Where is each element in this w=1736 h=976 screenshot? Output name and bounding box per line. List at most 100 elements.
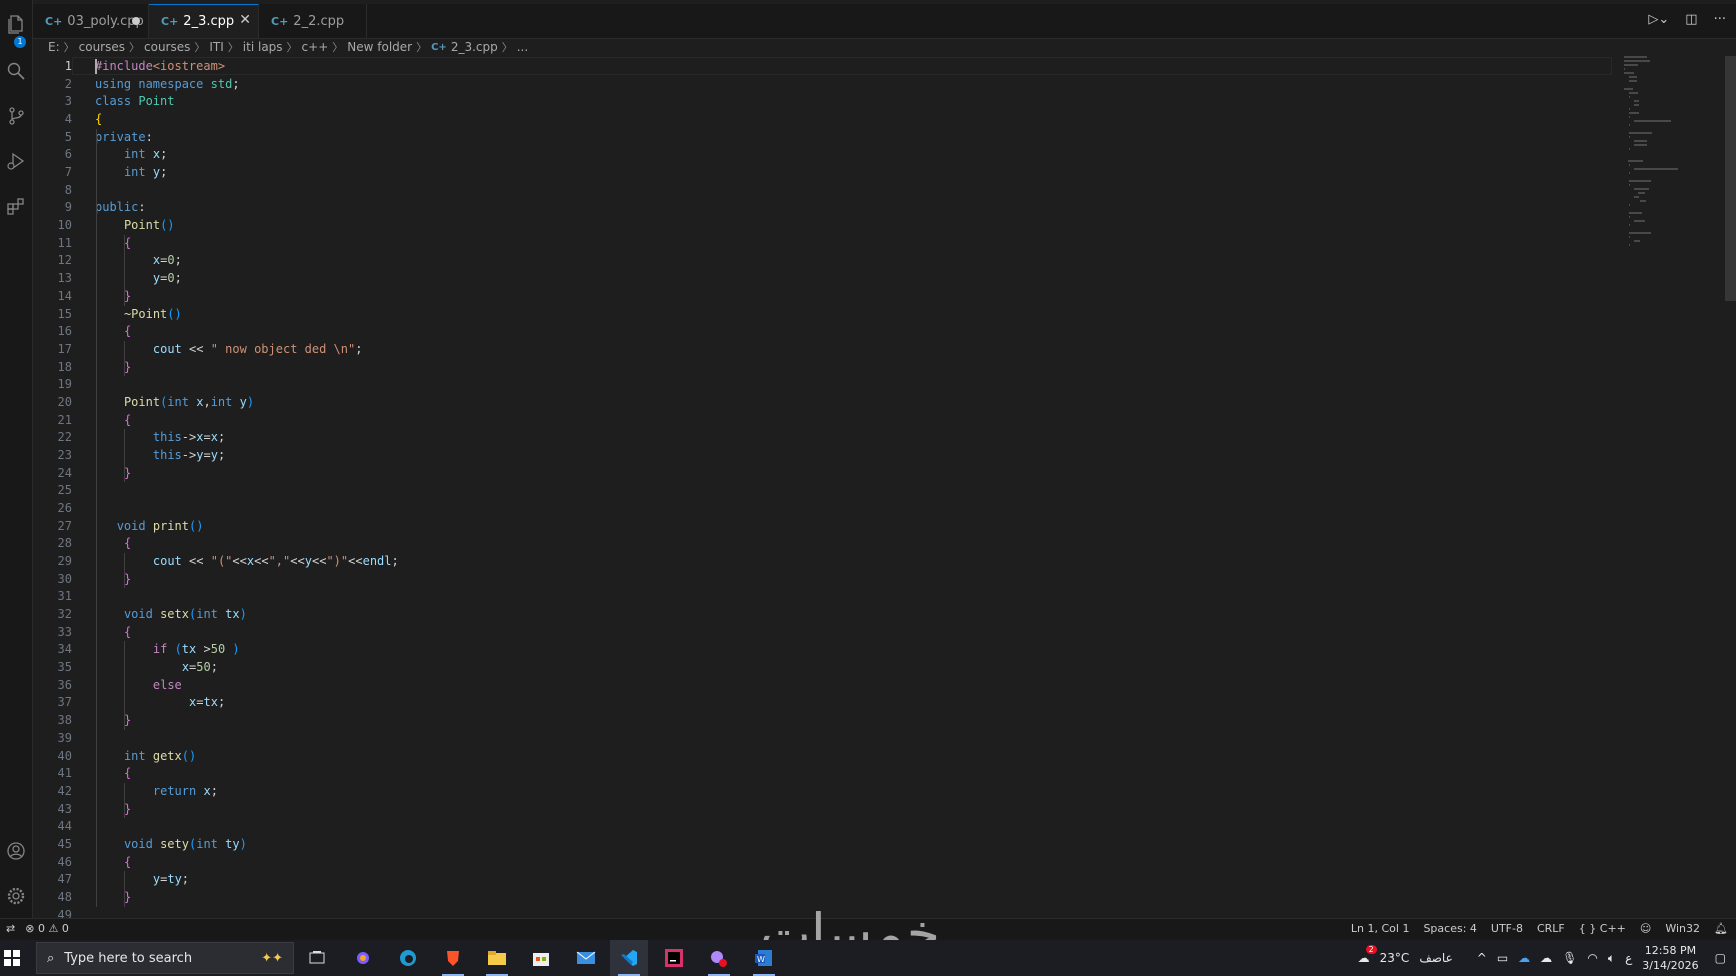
code-line[interactable]: } [95,288,131,306]
code-line[interactable]: else [95,677,182,695]
file-explorer-icon[interactable] [478,940,516,976]
code-line[interactable]: } [95,571,131,589]
store-icon[interactable] [522,940,560,976]
notifications-icon[interactable]: ▢ [1715,951,1726,965]
copilot-icon[interactable]: ☺ [1640,922,1651,935]
remote-icon[interactable]: ⇄ [6,922,15,935]
weather-temp[interactable]: 23°C [1380,951,1410,965]
line-ending[interactable]: CRLF [1537,922,1565,935]
code-line[interactable]: cout << "("<<x<<","<<y<<")"<<endl; [95,553,399,571]
edge-browser-icon[interactable] [389,940,427,976]
code-line[interactable]: } [95,712,131,730]
tab-2-3[interactable]: C+ 2_3.cpp ✕ [149,4,259,38]
code-line[interactable]: } [95,801,131,819]
code-line[interactable]: { [95,854,131,872]
close-icon[interactable]: ✕ [239,12,251,28]
code-line[interactable]: } [95,359,131,377]
code-line[interactable]: { [95,235,131,253]
code-line[interactable]: y=ty; [95,871,189,889]
indentation[interactable]: Spaces: 4 [1423,922,1476,935]
code-line[interactable]: { [95,412,131,430]
bell-icon[interactable]: 🔔︎ [1714,922,1728,935]
code-line[interactable]: ~Point() [95,306,182,324]
language-mode[interactable]: { } C++ [1579,922,1626,935]
code-line[interactable]: y=0; [95,270,182,288]
volume-icon[interactable]: 🔈︎ [1608,951,1615,966]
platform[interactable]: Win32 [1665,922,1700,935]
code-line[interactable]: Point(int x,int y) [95,394,254,412]
code-line[interactable]: void sety(int ty) [95,836,247,854]
split-editor-icon[interactable]: ◫ [1685,12,1697,27]
code-line[interactable]: x=tx; [95,694,225,712]
weather-description[interactable]: عاصف [1419,951,1452,965]
meet-now-icon[interactable]: ▭ [1497,951,1508,965]
breadcrumb-item[interactable]: ... [517,40,528,54]
more-actions-icon[interactable]: ··· [1714,12,1726,27]
onedrive-icon[interactable]: ☁ [1518,951,1530,965]
breadcrumb-item[interactable]: iti laps [243,40,283,54]
microphone-icon[interactable]: 🎙︎ [1562,951,1577,965]
breadcrumb-item[interactable]: ITI [209,40,223,54]
code-line[interactable]: { [95,624,131,642]
code-line[interactable]: return x; [95,783,218,801]
breadcrumb-item[interactable]: courses [144,40,190,54]
account-icon[interactable] [0,835,32,867]
problems-indicator[interactable]: ⊗ 0 ⚠ 0 [25,922,69,935]
code-line[interactable]: public: [95,199,146,217]
minimap[interactable] [1620,56,1725,286]
code-line[interactable]: int y; [95,164,167,182]
code-line[interactable]: void print() [95,518,204,536]
code-line[interactable]: using namespace std; [95,76,240,94]
breadcrumb-item[interactable]: courses [79,40,125,54]
code-line[interactable]: x=50; [95,659,218,677]
code-line[interactable]: int x; [95,146,167,164]
tab-2-2[interactable]: C+ 2_2.cpp [259,4,367,38]
explorer-icon[interactable]: 1 [0,8,32,48]
breadcrumb-item[interactable]: New folder [347,40,412,54]
weather-icon[interactable]: ☁ 2 [1358,945,1377,965]
source-control-icon[interactable] [0,100,32,132]
search-icon[interactable] [0,55,32,87]
onedrive-personal-icon[interactable]: ☁ [1540,951,1552,965]
run-code-icon[interactable]: ▷⌄ [1648,12,1669,27]
chevron-up-icon[interactable]: ^ [1477,951,1487,965]
code-line[interactable]: #include<iostream> [95,58,225,76]
mail-icon[interactable] [567,940,605,976]
vscode-app-icon[interactable] [610,940,648,976]
word-app-icon[interactable]: W [745,940,783,976]
code-line[interactable]: } [95,889,131,907]
code-line[interactable]: this->x=x; [95,429,225,447]
extensions-icon[interactable] [0,190,32,222]
copilot-app-icon[interactable] [344,940,382,976]
code-line[interactable]: { [95,535,131,553]
code-line[interactable]: private: [95,129,153,147]
taskbar-search-box[interactable]: ⌕ Type here to search ✦✦ [36,942,294,974]
code-line[interactable]: int getx() [95,748,196,766]
breadcrumb-item[interactable]: E: [48,40,60,54]
vertical-scrollbar[interactable] [1725,56,1736,301]
code-line[interactable]: x=0; [95,252,182,270]
breadcrumb-item[interactable]: c++ [302,40,329,54]
paint-app-icon[interactable] [700,940,738,976]
code-line[interactable]: cout << " now object ded \n"; [95,341,363,359]
breadcrumb-item[interactable]: 2_3.cpp [451,40,498,54]
task-view-icon[interactable] [298,940,336,976]
code-line[interactable]: { [95,765,131,783]
cursor-position[interactable]: Ln 1, Col 1 [1351,922,1410,935]
tab-03-poly[interactable]: C+ 03_poly.cpp [33,4,149,38]
clock[interactable]: 12:58 PM 3/14/2026 [1642,943,1698,973]
settings-gear-icon[interactable] [0,880,32,912]
code-line[interactable]: class Point [95,93,174,111]
brave-browser-icon[interactable] [434,940,472,976]
input-language[interactable]: ع [1625,951,1632,965]
code-line[interactable]: Point() [95,217,175,235]
code-line[interactable]: { [95,111,102,129]
run-debug-icon[interactable] [0,145,32,177]
encoding[interactable]: UTF-8 [1491,922,1523,935]
windows-start-icon[interactable] [0,940,24,976]
code-line[interactable]: void setx(int tx) [95,606,247,624]
intellij-app-icon[interactable] [655,940,693,976]
code-line[interactable]: this->y=y; [95,447,225,465]
network-icon[interactable]: ◠ [1587,951,1597,965]
code-line[interactable]: { [95,323,131,341]
